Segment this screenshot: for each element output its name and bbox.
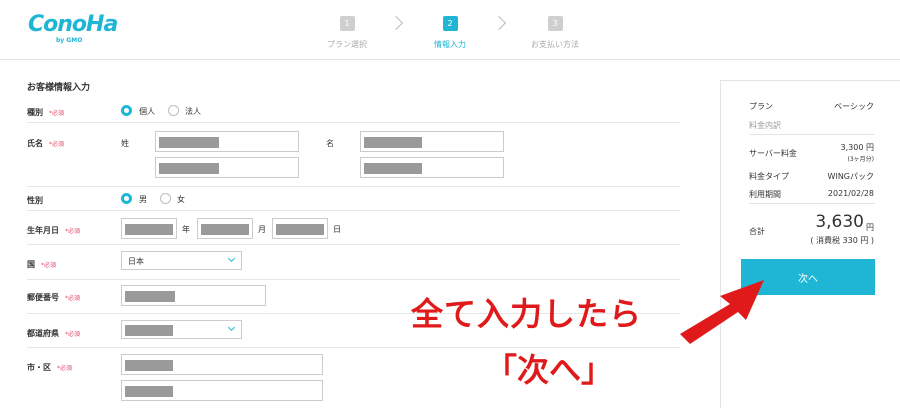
required-mark: *必須 [41,262,57,269]
logo-text: ConoHa [28,12,118,37]
redacted-value [125,360,173,371]
country-select[interactable]: 日本 [121,251,242,270]
row-kind: 種別 *必須 個人 法人 [27,99,680,123]
total-label: 合計 [749,227,765,236]
total-unit: 円 [866,223,874,232]
redacted-value [159,137,219,148]
plan-value: ベーシック [834,102,874,111]
step-label: 情報入力 [434,40,466,49]
server-fee-label: サーバー料金 [749,149,797,158]
chevron-right-icon [388,15,404,31]
required-mark: *必須 [49,141,65,148]
address-input[interactable] [121,380,323,401]
radio-label: 男 [139,195,147,204]
logo-sub: by GMO [56,37,83,44]
step-label: お支払い方法 [531,40,579,49]
field-label: 郵便番号 *必須 [27,293,81,302]
row-name: 氏名 *必須 姓 名 [27,123,680,187]
tax-note: ( 消費税 330 円 ) [810,236,874,245]
radio-label: 法人 [185,107,201,116]
required-mark: *必須 [65,295,81,302]
redacted-value [159,163,219,174]
step-number: 1 [339,16,355,31]
field-label: 性別 [27,196,43,205]
radio-label: 女 [177,195,185,204]
total-value: 3,630 [815,212,864,232]
step-label: プラン選択 [327,40,367,49]
required-mark: *必須 [49,110,65,117]
term-label: 利用期間 [749,190,781,199]
required-mark: *必須 [65,331,81,338]
server-fee-value: 3,300 円 [840,143,874,152]
postal-code-input[interactable] [121,285,266,306]
redacted-value [364,137,422,148]
day-label: 日 [333,225,341,234]
divider [749,203,875,204]
step-info: 2 情報入力 [415,11,485,50]
field-label: 氏名 *必須 [27,139,65,148]
first-name-input[interactable] [360,131,504,152]
radio-corporate[interactable] [168,105,179,116]
city-input[interactable] [121,354,323,375]
step-payment: 3 お支払い方法 [520,11,590,50]
row-gender: 性別 男 女 [27,187,680,211]
conoha-logo[interactable]: ConoHa by GMO [28,12,118,46]
field-label: 市・区 *必須 [27,363,73,372]
plan-label: プラン [749,102,773,111]
step-plan: 1 プラン選択 [312,11,382,50]
month-label: 月 [258,225,266,234]
redacted-value [276,224,324,235]
order-summary: プラン ベーシック 料金内訳 サーバー料金 3,300 円 (3ヶ月分) 料金タ… [720,80,900,408]
header: ConoHa by GMO 1 プラン選択 2 情報入力 3 お支払い方法 [0,0,900,60]
last-name-kana-input[interactable] [155,157,299,178]
redacted-value [125,325,173,336]
required-mark: *必須 [57,365,73,372]
redacted-value [125,386,173,397]
row-country: 国 *必須 日本 [27,245,680,280]
redacted-value [125,224,173,235]
field-label: 生年月日 *必須 [27,226,81,235]
chevron-down-icon [227,323,236,332]
first-name-label: 名 [326,139,334,148]
radio-label: 個人 [139,107,155,116]
country-value: 日本 [128,257,144,266]
field-label: 種別 *必須 [27,108,65,117]
birth-year-input[interactable] [121,218,177,239]
fee-type-value: WINGパック [827,172,874,181]
radio-male[interactable] [121,193,132,204]
field-label: 都道府県 *必須 [27,329,81,338]
annotation-text: 全て入力したら [411,295,643,333]
fee-type-label: 料金タイプ [749,172,789,181]
chevron-down-icon [227,254,236,263]
birth-day-input[interactable] [272,218,328,239]
radio-female[interactable] [160,193,171,204]
redacted-value [364,163,422,174]
breakdown-label: 料金内訳 [749,121,781,130]
chevron-right-icon [491,15,507,31]
year-label: 年 [182,225,190,234]
required-mark: *必須 [65,228,81,235]
prefecture-select[interactable] [121,320,242,339]
redacted-value [125,291,175,302]
field-label: 国 *必須 [27,260,57,269]
last-name-label: 姓 [121,139,129,148]
arrow-icon [680,280,764,344]
first-name-kana-input[interactable] [360,157,504,178]
step-number: 3 [547,16,563,31]
redacted-value [201,224,249,235]
server-fee-period: (3ヶ月分) [847,156,875,163]
last-name-input[interactable] [155,131,299,152]
radio-individual[interactable] [121,105,132,116]
annotation-text: 「次へ」 [485,351,614,389]
row-birthdate: 生年月日 *必須 年 月 日 [27,211,680,245]
term-value: 2021/02/28 [827,189,874,198]
divider [749,134,875,135]
section-title: お客様情報入力 [27,83,91,93]
step-number: 2 [442,16,458,31]
birth-month-input[interactable] [197,218,253,239]
